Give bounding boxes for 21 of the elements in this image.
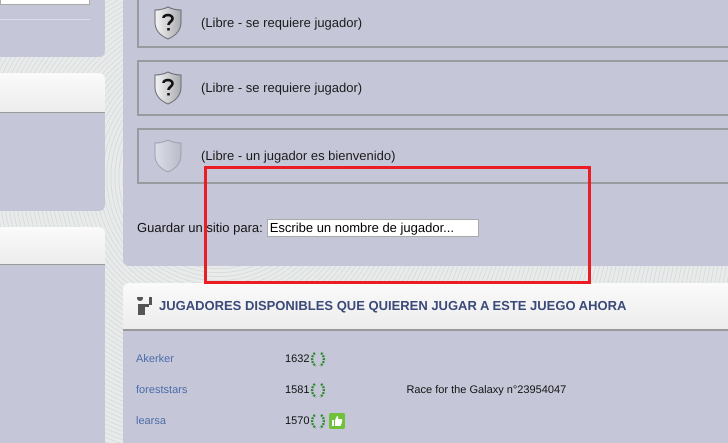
player-link[interactable]: Akerker: [136, 350, 285, 368]
player-name-field[interactable]: Escribe un nombre de jugador...: [266, 218, 479, 237]
player-link[interactable]: learsa: [136, 412, 285, 430]
slot-status: (Libre - un jugador es bienvenido): [201, 147, 396, 166]
laurel-icon: [310, 412, 326, 430]
shield-icon: [153, 139, 183, 173]
player-rating: 1570: [285, 414, 310, 429]
player-link[interactable]: foreststars: [136, 382, 285, 398]
slot-status: (Libre - se requiere jugador): [201, 14, 362, 32]
player-rating: 1581: [285, 382, 310, 398]
question-shield-icon: [153, 6, 183, 40]
laurel-icon: [310, 350, 326, 368]
current-game: Race for the Galaxy n°23954047: [406, 382, 566, 398]
laurel-icon: [310, 382, 326, 398]
reserve-label: Guardar un sitio para:: [137, 219, 263, 237]
question-shield-icon: [153, 71, 183, 105]
section-title: JUGADORES DISPONIBLES QUE QUIEREN JUGAR A ESTE JUEGO AHORA: [159, 297, 626, 316]
person-raising-hand-icon: [137, 297, 153, 315]
slot-status: (Libre - se requiere jugador): [201, 79, 362, 98]
player-rating: 1632: [285, 352, 310, 367]
thumbs-up-icon: [329, 413, 346, 429]
